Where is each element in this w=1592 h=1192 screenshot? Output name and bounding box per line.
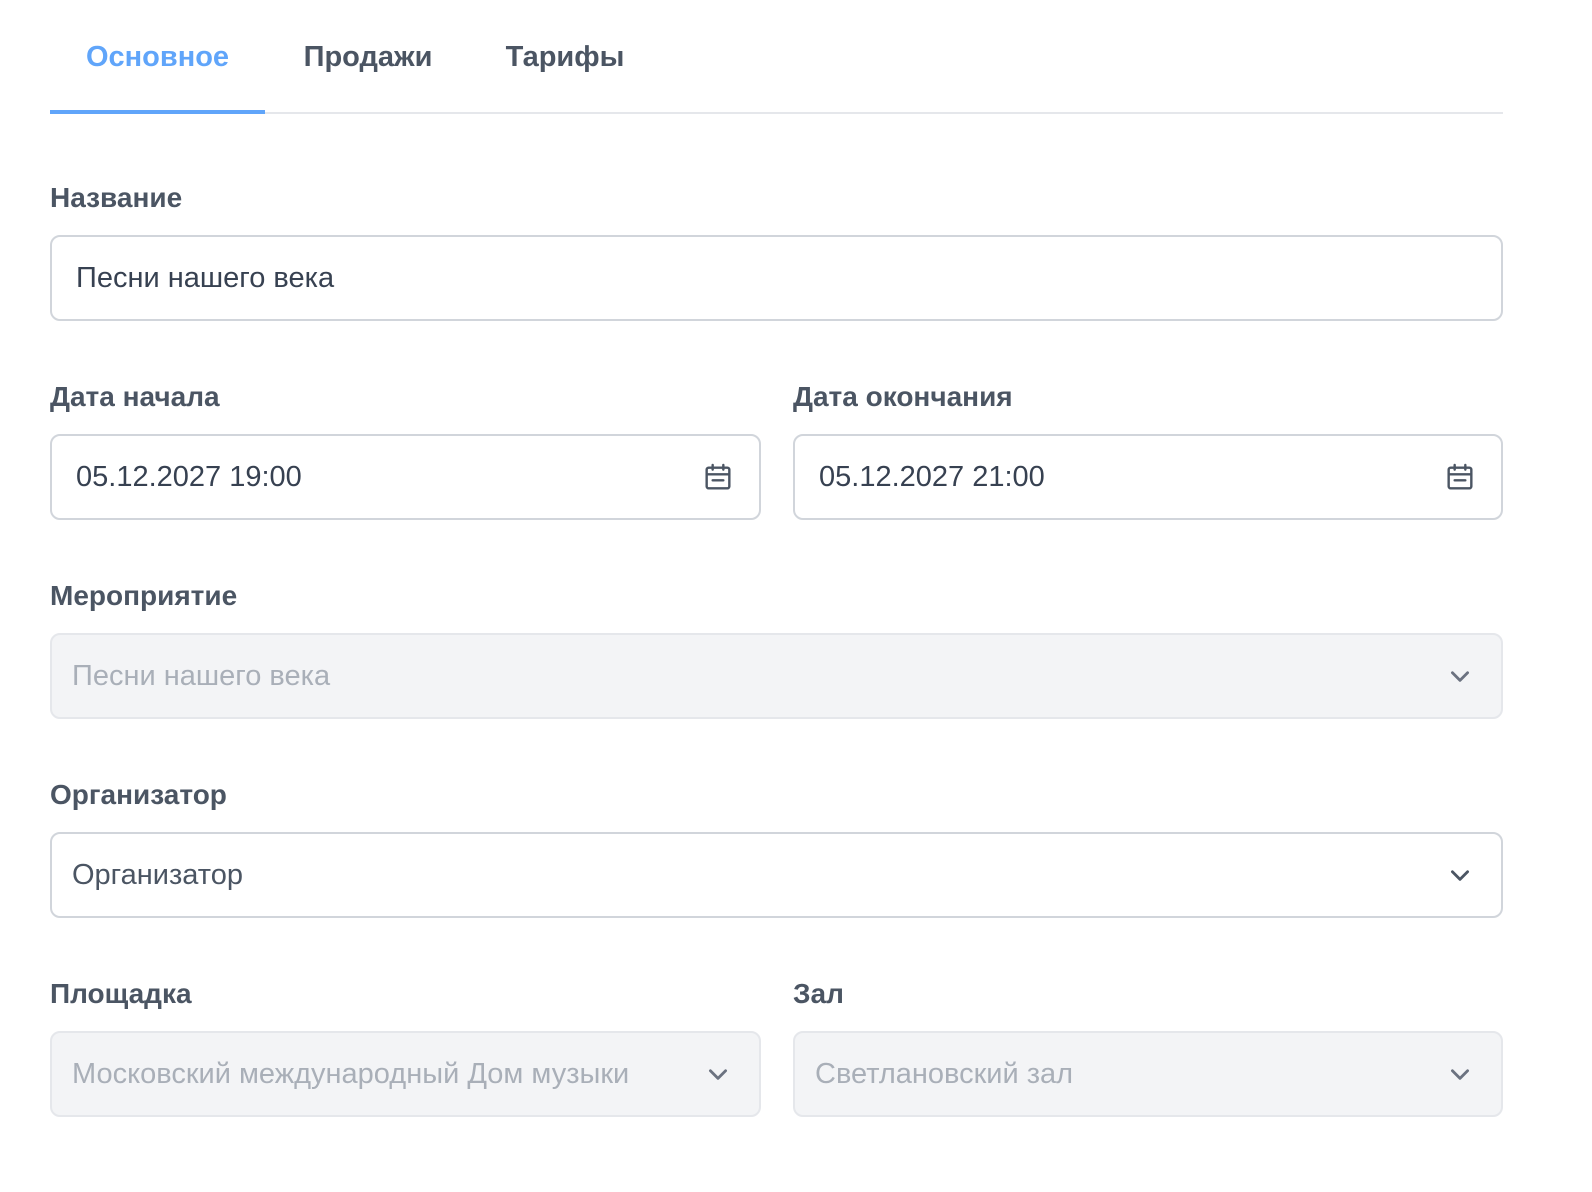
calendar-icon[interactable] [1443, 460, 1477, 494]
event-edit-form-page: Основное Продажи Тарифы Название Песни н… [0, 0, 1592, 1192]
organizer-label: Организатор [50, 779, 227, 810]
event-select-value: Песни нашего века [72, 659, 331, 692]
start-date-input[interactable]: 05.12.2027 19:00 [50, 434, 761, 520]
tab-tariffs-label: Тарифы [505, 40, 625, 73]
hall-label: Зал [793, 978, 844, 1009]
hall-select: Светлановский зал [793, 1031, 1503, 1117]
venue-select: Московский международный Дом музыки [50, 1031, 761, 1117]
hall-select-value: Светлановский зал [815, 1057, 1074, 1090]
chevron-down-icon [701, 1057, 735, 1091]
tab-sales[interactable]: Продажи [265, 16, 471, 98]
chevron-down-icon [1443, 659, 1477, 693]
name-input-value: Песни нашего века [76, 261, 335, 294]
name-input[interactable]: Песни нашего века [50, 235, 1503, 321]
chevron-down-icon [1443, 1057, 1477, 1091]
chevron-down-icon[interactable] [1443, 858, 1477, 892]
organizer-select[interactable]: Организатор [50, 832, 1503, 918]
end-date-value: 05.12.2027 21:00 [819, 460, 1045, 493]
tab-main[interactable]: Основное [50, 16, 265, 114]
start-date-value: 05.12.2027 19:00 [76, 460, 302, 493]
end-date-input[interactable]: 05.12.2027 21:00 [793, 434, 1503, 520]
tab-sales-label: Продажи [303, 40, 433, 73]
event-label: Мероприятие [50, 580, 238, 611]
venue-select-value: Московский международный Дом музыки [72, 1057, 630, 1090]
event-select: Песни нашего века [50, 633, 1503, 719]
tab-bar: Основное Продажи Тарифы [50, 30, 1503, 114]
venue-label: Площадка [50, 978, 192, 1009]
organizer-select-placeholder: Организатор [72, 858, 243, 891]
end-date-label: Дата окончания [793, 381, 1013, 412]
tab-main-label: Основное [85, 40, 230, 73]
calendar-icon[interactable] [701, 460, 735, 494]
name-label: Название [50, 182, 183, 213]
tab-tariffs[interactable]: Тарифы [471, 16, 659, 98]
start-date-label: Дата начала [50, 381, 220, 412]
